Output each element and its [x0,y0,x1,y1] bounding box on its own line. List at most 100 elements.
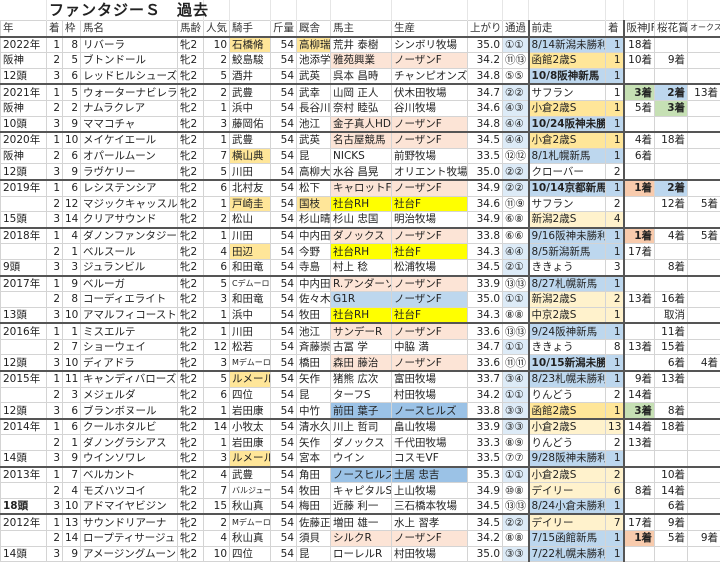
cell-hanshin-jf[interactable] [624,307,655,323]
cell-trainer[interactable]: 高柳瑞 [297,37,331,53]
cell-passing[interactable]: ⑬⑬ [503,323,529,339]
cell-prev-finish[interactable]: 1 [606,228,624,244]
cell-prev-finish[interactable]: 6 [606,483,624,499]
cell-oaks[interactable]: 5着 [688,228,720,244]
cell-hanshin-jf[interactable] [624,116,655,132]
cell-year[interactable]: 13頭 [1,307,47,323]
cell-year[interactable]: 2016年 [1,323,47,339]
cell-passing[interactable]: ⑪⑪ [503,355,529,371]
cell-last-3f[interactable]: 33.9 [468,276,503,292]
cell-hanshin-jf[interactable]: 13着 [624,435,655,451]
cell-oka-sho[interactable]: 取消 [655,307,688,323]
cell-gate[interactable]: 1 [63,244,81,260]
cell-gate[interactable]: 14 [63,531,81,547]
cell-year[interactable] [1,196,47,212]
cell-weight[interactable]: 54 [271,451,297,467]
cell-finish[interactable]: 1 [47,84,63,100]
cell-oka-sho[interactable] [655,116,688,132]
cell-oka-sho[interactable]: 2着 [655,84,688,100]
cell-last-3f[interactable]: 34.6 [468,196,503,212]
cell-year[interactable]: 阪神 [1,100,47,116]
cell-horse-name[interactable]: コーディエライト [81,292,178,308]
cell-breeder[interactable]: ノースヒルズ [392,403,468,419]
cell-hanshin-jf[interactable]: 1着 [624,180,655,196]
cell-prev-race[interactable]: 小倉2歳S [529,467,606,483]
cell-passing[interactable]: ⑧⑧ [503,531,529,547]
cell-oka-sho[interactable]: 2着 [655,180,688,196]
cell-oka-sho[interactable] [655,212,688,228]
cell-prev-race[interactable]: 8/23札幌未勝利 [529,371,606,387]
cell-popularity[interactable]: 15 [204,498,230,514]
cell-passing[interactable]: ⑪⑨ [503,196,529,212]
cell-jockey[interactable]: Mデムーロ [230,514,271,530]
cell-trainer[interactable]: 矢作 [297,371,331,387]
cell-prev-finish[interactable]: 1 [606,116,624,132]
cell-oaks[interactable] [688,132,720,148]
cell-jockey[interactable]: 酒井 [230,68,271,84]
cell-last-3f[interactable]: 34.5 [468,514,503,530]
cell-owner[interactable]: サンデーR [331,323,392,339]
cell-prev-race[interactable]: 8/5新潟新馬 [529,244,606,260]
cell-hanshin-jf[interactable] [624,68,655,84]
cell-jockey[interactable]: 北村友 [230,180,271,196]
header-last-3f[interactable]: 上がり [468,21,503,37]
cell-weight[interactable]: 54 [271,100,297,116]
cell-oaks[interactable] [688,37,720,53]
cell-oaks[interactable]: 4着 [688,355,720,371]
cell-popularity[interactable]: 1 [204,403,230,419]
cell-hanshin-jf[interactable]: 14着 [624,419,655,435]
cell-prev-finish[interactable]: 2 [606,435,624,451]
cell-jockey[interactable]: 和田竜 [230,259,271,275]
cell-gate[interactable]: 9 [63,116,81,132]
cell-owner[interactable]: R.アンダーソン [331,276,392,292]
cell-popularity[interactable]: 10 [204,37,230,53]
cell-weight[interactable]: 54 [271,180,297,196]
cell-gate[interactable]: 3 [63,387,81,403]
cell-year[interactable] [1,435,47,451]
cell-breeder[interactable]: ノーザンF [392,323,468,339]
cell-horse-name[interactable]: オパールムーン [81,148,178,164]
cell-breeder[interactable]: シンボリ牧場 [392,37,468,53]
cell-popularity[interactable]: 1 [204,435,230,451]
cell-prev-finish[interactable]: 1 [606,323,624,339]
cell-oaks[interactable] [688,276,720,292]
cell-owner[interactable]: ウイン [331,451,392,467]
cell-year[interactable] [1,387,47,403]
cell-prev-finish[interactable]: 1 [606,68,624,84]
cell-owner[interactable]: 奈村 睦弘 [331,100,392,116]
cell-trainer[interactable]: 池江 [297,323,331,339]
cell-passing[interactable]: ⑧⑨ [503,435,529,451]
cell-hanshin-jf[interactable] [624,323,655,339]
cell-year[interactable]: 12頭 [1,68,47,84]
cell-breeder[interactable]: ノーザンF [392,228,468,244]
cell-prev-finish[interactable]: 1 [606,451,624,467]
cell-oaks[interactable] [688,164,720,180]
cell-age[interactable]: 牝2 [178,435,204,451]
cell-breeder[interactable]: ノーザンF [392,53,468,69]
cell-trainer[interactable]: 牧田 [297,307,331,323]
cell-popularity[interactable]: 5 [204,371,230,387]
cell-owner[interactable]: 社台RH [331,307,392,323]
cell-gate[interactable]: 9 [63,276,81,292]
cell-prev-finish[interactable]: 2 [606,387,624,403]
cell-age[interactable]: 牝2 [178,164,204,180]
cell-jockey[interactable]: 田辺 [230,244,271,260]
cell-passing[interactable]: ②② [503,514,529,530]
cell-popularity[interactable]: 3 [204,451,230,467]
cell-prev-race[interactable]: 7/15函館新馬 [529,531,606,547]
cell-year[interactable]: 12頭 [1,355,47,371]
cell-prev-race[interactable]: 10/14京都新馬 [529,180,606,196]
cell-jockey[interactable]: 和田竜 [230,292,271,308]
cell-trainer[interactable]: 橋田 [297,355,331,371]
cell-age[interactable]: 牝2 [178,148,204,164]
cell-last-3f[interactable]: 35.0 [468,37,503,53]
cell-popularity[interactable]: 1 [204,228,230,244]
cell-breeder[interactable]: 社台F [392,307,468,323]
cell-breeder[interactable]: 中脇 満 [392,339,468,355]
cell-owner[interactable]: NICKS [331,148,392,164]
cell-owner[interactable]: ターフS [331,387,392,403]
cell-horse-name[interactable]: レッドヒルシューズ [81,68,178,84]
cell-year[interactable]: 2012年 [1,514,47,530]
cell-jockey[interactable]: 武豊 [230,132,271,148]
cell-horse-name[interactable]: ショーウェイ [81,339,178,355]
